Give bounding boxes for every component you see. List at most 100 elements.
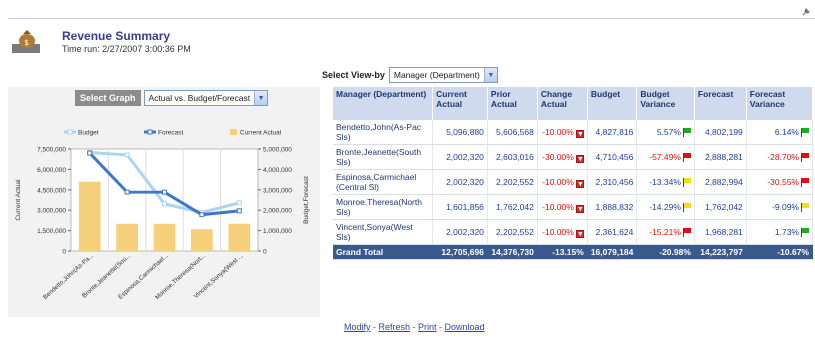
print-link[interactable]: Print	[418, 322, 437, 332]
budget-variance-value: 5.57%	[656, 127, 681, 137]
point-forecast	[124, 189, 130, 195]
cell-budget-variance: -57.49%	[636, 144, 695, 170]
cell-manager[interactable]: Vincent,Sonya(West Sls)	[333, 219, 434, 245]
cell-forecast: 1,762,042	[694, 194, 747, 220]
y2-tick-label: 1,000,000	[263, 228, 292, 235]
y-tick-label: 3,000,000	[37, 208, 66, 215]
report-header: $ Revenue Summary Time run: 2/27/2007 3:…	[8, 8, 815, 58]
cell-forecast-variance: -30.55%	[746, 169, 814, 195]
cell-budget: 4,710,456	[587, 144, 638, 170]
cell-current: 2,002,320	[432, 169, 488, 195]
cell-forecast: 2,882,994	[694, 169, 747, 195]
view-by-select[interactable]: Manager (Department) ▼	[388, 67, 498, 83]
legend-label-budget: Budget	[78, 130, 99, 137]
cell-budget-variance: -13.34%	[636, 169, 695, 195]
y-axis-label: Current Actual	[15, 179, 22, 221]
cell-prior: 2,202,552	[487, 219, 538, 245]
total-forecast-variance: -10.67%	[746, 244, 814, 260]
cell-change: -10.00% ▼	[537, 120, 588, 145]
cell-forecast-variance: 6.14%	[746, 120, 814, 145]
flag-icon	[682, 153, 691, 162]
cell-budget-variance: 5.57%	[636, 120, 695, 145]
down-arrow-icon: ▼	[575, 229, 584, 238]
col-header-forecast[interactable]: Forecast	[694, 87, 747, 120]
money-bag-icon: $	[12, 30, 40, 53]
cell-prior: 2,603,016	[487, 144, 538, 170]
y-tick-label: 4,500,000	[37, 187, 66, 194]
cell-manager[interactable]: Espinosa,Carmichael (Central Sl)	[333, 169, 434, 195]
pin-icon[interactable]	[801, 7, 811, 17]
col-header-forecast-variance[interactable]: Forecast Variance	[746, 87, 814, 120]
legend-marker-budget	[67, 129, 73, 135]
cell-prior: 5,606,568	[487, 120, 538, 145]
cell-budget-variance: -14.29%	[636, 194, 695, 220]
flag-icon	[801, 203, 809, 212]
cell-change: -10.00% ▼	[537, 219, 588, 245]
graph-controls: Select Graph Actual vs. Budget/Forecast …	[75, 90, 269, 106]
cell-current: 2,002,320	[432, 144, 488, 170]
cell-current: 2,002,320	[432, 219, 488, 245]
point-budget	[236, 200, 242, 206]
cell-manager[interactable]: Bendetto,John(As-Pac Sls)	[333, 120, 434, 145]
bar-current-actual	[116, 223, 138, 251]
y2-tick-label: 3,000,000	[263, 187, 292, 194]
view-by-control: Select View-by Manager (Department) ▼	[322, 67, 498, 83]
y-tick-label: 0	[62, 249, 66, 256]
legend-label-current-actual: Current Actual	[240, 130, 282, 137]
change-value: -30.00%	[542, 151, 574, 162]
col-header-current[interactable]: Current Actual	[432, 87, 488, 120]
col-header-prior[interactable]: Prior Actual	[487, 87, 538, 120]
chevron-down-icon[interactable]: ▼	[254, 91, 268, 105]
total-prior: 14,376,730	[487, 244, 538, 260]
link-separator: -	[410, 322, 419, 332]
budget-variance-value: -14.29%	[649, 202, 681, 212]
table-row: Vincent,Sonya(West Sls) 2,002,320 2,202,55…	[333, 219, 814, 245]
col-header-budget[interactable]: Budget	[587, 87, 638, 120]
revenue-table-wrap: Manager (Department) Current Actual Prio…	[333, 87, 814, 260]
grand-total-row: Grand Total 12,705,696 14,376,730 -13.15% 16…	[333, 244, 814, 260]
point-forecast	[162, 189, 167, 195]
y-tick-label: 7,500,000	[37, 147, 66, 154]
cell-budget: 4,827,816	[587, 120, 638, 145]
graph-selected: Actual vs. Budget/Forecast	[148, 93, 251, 103]
view-by-label: Select View-by	[322, 70, 385, 80]
flag-icon	[801, 228, 809, 237]
download-link[interactable]: Download	[445, 322, 485, 332]
cell-manager[interactable]: Monroe,Theresa(North Sls)	[333, 194, 434, 220]
cell-forecast-variance: -28.70%	[746, 144, 814, 170]
cell-budget: 2,361,624	[587, 219, 638, 245]
y-tick-label: 1,500,000	[37, 228, 66, 235]
bar-current-actual	[228, 223, 251, 251]
total-change: -13.15%	[537, 244, 588, 260]
budget-variance-value: -13.34%	[649, 177, 681, 187]
down-arrow-icon: ▼	[575, 154, 584, 163]
down-arrow-icon: ▼	[575, 129, 584, 138]
footer-links: Modify - Refresh - Print - Download	[344, 322, 485, 332]
graph-panel: Select Graph Actual vs. Budget/Forecast …	[8, 87, 320, 317]
cell-budget-variance: -15.21%	[636, 219, 695, 245]
cell-change: -10.00% ▼	[537, 169, 588, 195]
forecast-variance-value: -9.09%	[772, 202, 799, 212]
col-header-manager[interactable]: Manager (Department)	[333, 87, 434, 120]
cell-current: 1,601,856	[432, 194, 488, 220]
forecast-variance-value: 6.14%	[774, 127, 799, 137]
change-value: -10.00%	[542, 226, 574, 237]
budget-variance-value: -57.49%	[649, 152, 681, 162]
col-header-budget-variance[interactable]: Budget Variance	[636, 87, 695, 120]
cell-manager[interactable]: Bronte,Jeanette(South Sls)	[333, 144, 434, 170]
select-graph-button[interactable]: Select Graph	[75, 90, 141, 106]
point-forecast	[236, 208, 242, 214]
y2-axis-label: Budget,Forecast	[303, 176, 310, 224]
cell-forecast-variance: 1.73%	[746, 219, 814, 245]
y2-tick-label: 2,000,000	[263, 208, 292, 215]
cell-change: -30.00% ▼	[537, 144, 588, 170]
graph-select[interactable]: Actual vs. Budget/Forecast ▼	[143, 90, 269, 106]
refresh-link[interactable]: Refresh	[379, 322, 411, 332]
cell-prior: 2,202,552	[487, 169, 538, 195]
col-header-change[interactable]: Change Actual	[537, 87, 588, 120]
chevron-down-icon[interactable]: ▼	[483, 68, 497, 82]
revenue-table: Manager (Department) Current Actual Prio…	[333, 87, 814, 260]
modify-link[interactable]: Modify	[344, 322, 371, 332]
svg-text:$: $	[24, 38, 29, 47]
legend-swatch-current-actual	[230, 129, 237, 135]
